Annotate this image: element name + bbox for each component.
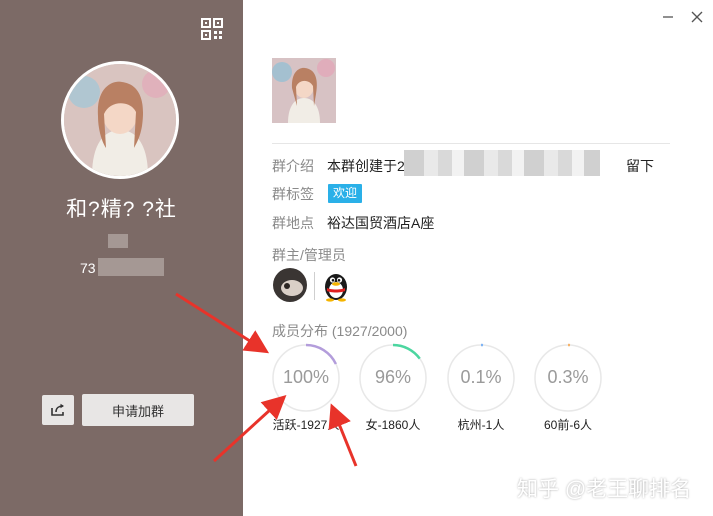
stat-label: 女-1860人 bbox=[365, 418, 421, 432]
stat-card[interactable]: 100% 活跃-1927人 bbox=[271, 343, 341, 433]
stat-label: 活跃-1927人 bbox=[272, 418, 340, 432]
stat-card[interactable]: 0.1% 杭州-1人 bbox=[446, 343, 516, 433]
stat-card[interactable]: 96% 女-1860人 bbox=[358, 343, 428, 433]
stat-percent: 96% bbox=[374, 367, 412, 387]
group-id: 73 bbox=[80, 260, 96, 276]
stat-percent: 0.1% bbox=[460, 367, 502, 387]
divider bbox=[272, 143, 670, 144]
stat-percent: 100% bbox=[282, 367, 330, 387]
group-name: 和?精? ?社 bbox=[66, 198, 177, 221]
group-profile-panel: 和?精? ?社 73 申请加群 bbox=[0, 0, 243, 516]
owner-avatar[interactable] bbox=[273, 268, 307, 302]
stat-label: 60前-6人 bbox=[543, 418, 593, 432]
member-count: (1927/2000) bbox=[331, 323, 408, 339]
admins-label: 群主/管理员 bbox=[272, 247, 346, 263]
location-value: 裕达国贸酒店A座 bbox=[327, 215, 435, 231]
join-group-button[interactable]: 申请加群 bbox=[82, 394, 194, 426]
location-label: 群地点 bbox=[272, 215, 314, 231]
share-button[interactable] bbox=[42, 395, 74, 425]
redacted-block bbox=[98, 258, 164, 276]
stat-label: 杭州-1人 bbox=[457, 418, 505, 432]
group-thumbnail bbox=[272, 58, 336, 123]
qq-penguin-icon bbox=[325, 274, 347, 302]
tags-label: 群标签 bbox=[272, 186, 314, 202]
stat-percent: 0.3% bbox=[547, 367, 589, 387]
group-avatar bbox=[61, 61, 179, 179]
intro-value: 本群创建于2 bbox=[327, 158, 405, 174]
stat-card[interactable]: 0.3% 60前-6人 bbox=[533, 343, 603, 433]
redacted-block bbox=[404, 150, 600, 176]
admin-separator bbox=[314, 272, 315, 300]
group-tag[interactable]: 欢迎 bbox=[328, 184, 363, 203]
minimize-button[interactable] bbox=[661, 10, 675, 24]
member-distribution-label: 成员分布 bbox=[272, 323, 328, 339]
intro-label: 群介绍 bbox=[272, 158, 314, 174]
watermark: 知乎 @老王聊排名 bbox=[517, 478, 692, 501]
admin-avatar[interactable] bbox=[319, 268, 353, 302]
minimize-icon bbox=[663, 16, 673, 18]
share-icon bbox=[51, 403, 64, 416]
redacted-block bbox=[108, 234, 128, 248]
qr-code-icon[interactable] bbox=[201, 18, 223, 40]
intro-value-tail: 留下 bbox=[626, 158, 654, 174]
close-button[interactable] bbox=[690, 10, 704, 24]
close-icon bbox=[691, 11, 703, 23]
member-distribution-title: 成员分布 (1927/2000) bbox=[272, 321, 407, 341]
